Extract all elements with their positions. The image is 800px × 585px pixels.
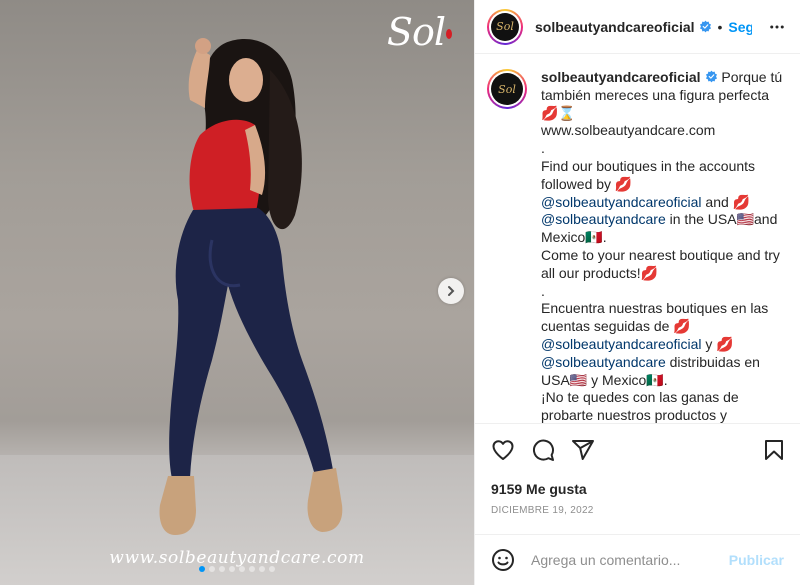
mention-link[interactable]: @solbeautyandcare (541, 211, 666, 227)
carousel-dot (239, 566, 245, 572)
caption-link: www.solbeautyandcare.com (541, 122, 716, 139)
publish-button[interactable]: Publicar (729, 552, 784, 568)
carousel-dot (259, 566, 265, 572)
verified-badge-icon (699, 20, 711, 33)
caption-avatar[interactable]: Sol (487, 69, 527, 109)
bookmark-icon[interactable] (762, 438, 786, 462)
photo-watermark-url: www.solbeautyandcare.com (109, 548, 365, 568)
emoji-icon[interactable] (491, 548, 515, 572)
caption-text: . (541, 140, 545, 157)
mention-link[interactable]: @solbeautyandcareoficial (541, 194, 702, 210)
caption-text: Find our boutiques in the accounts follo… (541, 157, 759, 192)
avatar[interactable]: Sol (487, 8, 523, 45)
next-photo-button[interactable] (438, 278, 464, 304)
post-caption: solbeautyandcareoficial Porque tú tambié… (541, 69, 784, 423)
header-separator: • (717, 18, 723, 35)
model-photo (159, 38, 343, 535)
caption-username[interactable]: solbeautyandcareoficial (541, 69, 701, 85)
more-options-icon[interactable] (768, 18, 786, 36)
caption-section: Sol solbeautyandcareoficial Porque tú ta… (475, 55, 800, 423)
caption-text: Encuentra nuestras boutiques en las cuen… (541, 300, 773, 335)
caption-text: and 💋 (701, 193, 754, 210)
carousel-dot (199, 566, 205, 572)
verified-badge-icon (705, 70, 717, 83)
carousel-dot (249, 566, 255, 572)
header-username[interactable]: solbeautyandcareoficial (535, 19, 695, 35)
caption-text: y 💋 (701, 335, 738, 352)
comment-icon[interactable] (531, 438, 555, 462)
carousel-dot (269, 566, 275, 572)
carousel-dot (229, 566, 235, 572)
post-details-panel: Sol solbeautyandcareoficial • Seguir Sol… (474, 0, 800, 585)
caption-text: . (541, 282, 545, 299)
action-bar (475, 423, 800, 479)
carousel-dot (219, 566, 225, 572)
heart-icon[interactable] (491, 438, 515, 462)
carousel-indicator (0, 566, 474, 572)
caption-text: Come to your nearest boutique and try al… (541, 246, 784, 281)
post-header: Sol solbeautyandcareoficial • Seguir (475, 0, 800, 54)
post-media[interactable]: Sol www.solbeautyandcare.com (0, 0, 474, 585)
chevron-right-icon (448, 286, 455, 296)
mention-link[interactable]: @solbeautyandcare (541, 354, 666, 370)
comment-bar: Publicar (475, 534, 800, 585)
follow-button[interactable]: Seguir (728, 19, 752, 35)
share-icon[interactable] (571, 438, 595, 462)
mention-link[interactable]: @solbeautyandcareoficial (541, 336, 702, 352)
post-date: DICIEMBRE 19, 2022 (491, 505, 594, 516)
brand-logo: Sol (387, 10, 452, 54)
like-count[interactable]: 9159 Me gusta (491, 481, 587, 497)
carousel-dot (209, 566, 215, 572)
caption-text: ¡No te quedes con las ganas de probarte … (541, 389, 743, 423)
comment-input[interactable] (531, 552, 721, 568)
